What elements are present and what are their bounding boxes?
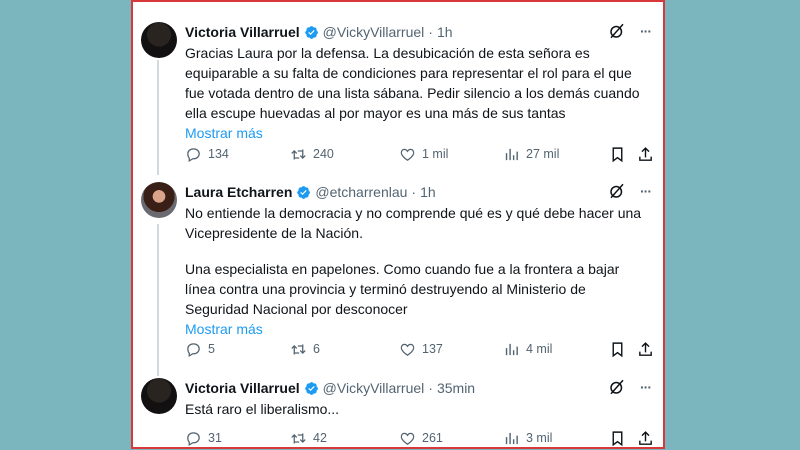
separator: · (411, 184, 417, 200)
share-icon (637, 146, 654, 163)
timestamp[interactable]: 1h (420, 184, 436, 200)
tweet-header: Laura Etcharren @etcharrenlau · 1h ··· (185, 182, 655, 202)
reply-icon (185, 146, 202, 163)
author-handle[interactable]: @VickyVillarruel (323, 380, 425, 396)
view-count: 4 mil (526, 342, 553, 356)
repost-count: 42 (313, 431, 327, 445)
reply-button[interactable]: 134 (185, 146, 229, 163)
show-more-link[interactable]: Mostrar más (185, 321, 263, 337)
tweet-text-container: Está raro el liberalismo... (185, 399, 653, 419)
separator: · (428, 24, 433, 40)
like-count: 1 mil (422, 147, 449, 161)
tweet-actions: 5 6 137 4 mil (185, 339, 657, 359)
views-button[interactable]: 4 mil (503, 341, 552, 358)
author-name[interactable]: Victoria Villarruel (185, 24, 300, 40)
reply-icon (185, 430, 202, 447)
tweet-text: No entiende la democracia y no comprende… (185, 205, 642, 241)
tweet-header: Victoria Villarruel @VickyVillarruel · 3… (185, 378, 655, 398)
avatar[interactable] (141, 378, 177, 414)
tweet-text-container: Gracias Laura por la defensa. La desubic… (185, 43, 653, 143)
share-button[interactable] (637, 430, 654, 447)
tweet-text: Gracias Laura por la defensa. La desubic… (185, 45, 640, 121)
tweet-header: Victoria Villarruel @VickyVillarruel · 1… (185, 22, 655, 42)
reply-count: 134 (208, 147, 229, 161)
bookmark-button[interactable] (609, 430, 626, 447)
bookmark-icon (609, 430, 626, 447)
like-button[interactable]: 1 mil (399, 146, 448, 163)
verified-badge-icon (296, 185, 311, 200)
like-count: 261 (422, 431, 443, 445)
repost-button[interactable]: 240 (290, 146, 334, 163)
tweet-text: Una especialista en papelones. Como cuan… (185, 261, 620, 317)
tweet[interactable]: Victoria Villarruel @VickyVillarruel · 1… (133, 22, 663, 172)
reply-count: 5 (208, 342, 215, 356)
more-options-icon[interactable]: ··· (640, 379, 652, 395)
repost-count: 6 (313, 342, 320, 356)
like-button[interactable]: 261 (399, 430, 443, 447)
show-more-link[interactable]: Mostrar más (185, 125, 263, 141)
avatar[interactable] (141, 182, 177, 218)
grok-icon[interactable] (608, 22, 626, 40)
author-name[interactable]: Laura Etcharren (185, 184, 292, 200)
bookmark-button[interactable] (609, 146, 626, 163)
verified-badge-icon (304, 25, 319, 40)
tweet-thread-panel: Victoria Villarruel @VickyVillarruel · 1… (131, 0, 665, 449)
more-options-icon[interactable]: ··· (640, 23, 652, 39)
reply-count: 31 (208, 431, 222, 445)
tweet[interactable]: Laura Etcharren @etcharrenlau · 1h ··· N… (133, 182, 663, 362)
more-options-icon[interactable]: ··· (640, 183, 652, 199)
avatar[interactable] (141, 22, 177, 58)
bookmark-button[interactable] (609, 341, 626, 358)
tweet-actions: 134 240 1 mil 27 mil (185, 144, 657, 164)
repost-count: 240 (313, 147, 334, 161)
views-button[interactable]: 3 mil (503, 430, 552, 447)
bookmark-icon (609, 146, 626, 163)
repost-button[interactable]: 42 (290, 430, 327, 447)
repost-icon (290, 146, 307, 163)
tweet[interactable]: Victoria Villarruel @VickyVillarruel · 3… (133, 378, 663, 448)
views-button[interactable]: 27 mil (503, 146, 559, 163)
timestamp[interactable]: 1h (437, 24, 453, 40)
reply-icon (185, 341, 202, 358)
like-count: 137 (422, 342, 443, 356)
author-name[interactable]: Victoria Villarruel (185, 380, 300, 396)
share-button[interactable] (637, 341, 654, 358)
author-handle[interactable]: @etcharrenlau (315, 184, 407, 200)
repost-icon (290, 430, 307, 447)
tweet-text: Está raro el liberalismo... (185, 401, 340, 417)
view-count: 3 mil (526, 431, 553, 445)
view-count: 27 mil (526, 147, 560, 161)
like-button[interactable]: 137 (399, 341, 443, 358)
author-handle[interactable]: @VickyVillarruel (323, 24, 425, 40)
tweet-text-container: No entiende la democracia y no comprende… (185, 203, 653, 339)
bookmark-icon (609, 341, 626, 358)
grok-icon[interactable] (608, 182, 626, 200)
views-icon (503, 430, 520, 447)
tweet-actions: 31 42 261 3 mil (185, 428, 657, 448)
share-icon (637, 341, 654, 358)
verified-badge-icon (304, 381, 319, 396)
like-icon (399, 146, 416, 163)
like-icon (399, 430, 416, 447)
timestamp[interactable]: 35min (437, 380, 475, 396)
repost-icon (290, 341, 307, 358)
grok-icon[interactable] (608, 378, 626, 396)
share-button[interactable] (637, 146, 654, 163)
reply-button[interactable]: 31 (185, 430, 222, 447)
share-icon (637, 430, 654, 447)
like-icon (399, 341, 416, 358)
repost-button[interactable]: 6 (290, 341, 320, 358)
reply-button[interactable]: 5 (185, 341, 215, 358)
views-icon (503, 341, 520, 358)
separator: · (428, 380, 433, 396)
views-icon (503, 146, 520, 163)
